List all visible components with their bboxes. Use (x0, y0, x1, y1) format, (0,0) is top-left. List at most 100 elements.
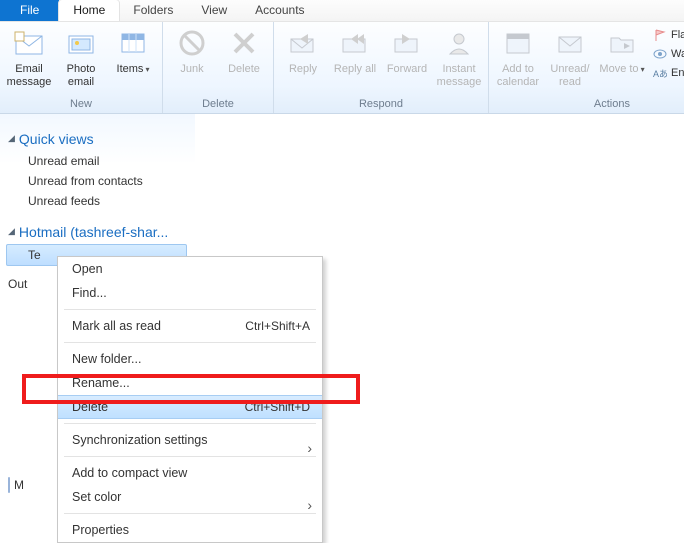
watch-label: Watch (671, 48, 684, 60)
menu-delete-shortcut: Ctrl+Shift+D (245, 400, 310, 414)
tree-item-unread-contacts[interactable]: Unread from contacts (6, 171, 189, 191)
flag-label: Flag (671, 29, 684, 41)
quick-views-title: Quick views (19, 131, 94, 147)
menu-sync-settings-label: Synchronization settings (72, 433, 310, 447)
menu-new-folder-label: New folder... (72, 352, 310, 366)
eye-icon (653, 47, 667, 61)
status-label: M (14, 478, 24, 492)
instant-message-button[interactable]: Instant message (436, 25, 482, 88)
collapse-icon: ◢ (8, 133, 15, 144)
folder-move-icon (606, 27, 638, 59)
menu-mark-all-read[interactable]: Mark all as readCtrl+Shift+A (58, 314, 322, 338)
tab-file[interactable]: File (0, 0, 59, 21)
status-bar-item[interactable]: M (8, 478, 24, 492)
actions-small-column: Flag Watch Aあ Encoding (651, 25, 684, 81)
ribbon-group-respond: Reply Reply all Forward Instant message … (274, 22, 489, 113)
menu-separator (64, 456, 316, 457)
menu-sync-settings[interactable]: Synchronization settings (58, 428, 322, 452)
junk-label: Junk (180, 63, 203, 76)
delete-label: Delete (228, 63, 260, 76)
hotmail-account-header[interactable]: ◢ Hotmail (tashreef-shar... (6, 221, 189, 244)
replyall-label: Reply all (334, 63, 376, 76)
mail-icon (13, 27, 45, 59)
tab-view[interactable]: View (187, 0, 241, 21)
forward-icon (391, 27, 423, 59)
photo-email-label: Photo email (58, 63, 104, 88)
items-label: Items (117, 63, 150, 76)
menu-new-folder[interactable]: New folder... (58, 347, 322, 371)
menu-delete-label: Delete (72, 400, 245, 414)
group-new-label: New (6, 96, 156, 113)
delete-x-icon (228, 27, 260, 59)
encoding-icon: Aあ (653, 66, 667, 80)
ribbon-group-actions: Add to calendar Unread/ read Move to Fla… (489, 22, 684, 113)
menu-separator (64, 342, 316, 343)
tab-folders[interactable]: Folders (119, 0, 187, 21)
menu-properties[interactable]: Properties (58, 518, 322, 542)
reply-icon (287, 27, 319, 59)
unread-read-button[interactable]: Unread/ read (547, 25, 593, 88)
add-to-calendar-label: Add to calendar (495, 63, 541, 88)
menu-mark-all-read-label: Mark all as read (72, 319, 245, 333)
menu-rename[interactable]: Rename... (58, 371, 322, 395)
encoding-label: Encoding (671, 67, 684, 79)
menu-delete[interactable]: DeleteCtrl+Shift+D (58, 395, 322, 419)
menu-mark-all-read-shortcut: Ctrl+Shift+A (245, 319, 310, 333)
menu-separator (64, 423, 316, 424)
forward-label: Forward (387, 63, 427, 76)
reply-button[interactable]: Reply (280, 25, 326, 76)
menu-tabstrip: File Home Folders View Accounts (0, 0, 684, 22)
instant-message-label: Instant message (436, 63, 482, 88)
group-delete-label: Delete (169, 96, 267, 113)
quick-views-header[interactable]: ◢ Quick views (6, 128, 189, 151)
flag-button[interactable]: Flag (651, 27, 684, 43)
flag-icon (653, 28, 667, 42)
tab-home[interactable]: Home (59, 0, 119, 21)
forward-button[interactable]: Forward (384, 25, 430, 76)
ribbon: Email message Photo email Items New (0, 22, 684, 114)
junk-button[interactable]: Junk (169, 25, 215, 76)
svg-text:Aあ: Aあ (653, 69, 667, 79)
menu-open[interactable]: Open (58, 257, 322, 281)
replyall-icon (339, 27, 371, 59)
photo-email-button[interactable]: Photo email (58, 25, 104, 88)
add-to-calendar-button[interactable]: Add to calendar (495, 25, 541, 88)
out-node-label: Out (8, 277, 27, 291)
menu-add-compact[interactable]: Add to compact view (58, 461, 322, 485)
unread-icon (554, 27, 586, 59)
watch-button[interactable]: Watch (651, 46, 684, 62)
new-email-button[interactable]: Email message (6, 25, 52, 88)
menu-find-label: Find... (72, 286, 310, 300)
menu-rename-label: Rename... (72, 376, 310, 390)
ribbon-group-delete: Junk Delete Delete (163, 22, 274, 113)
new-email-label: Email message (6, 63, 52, 88)
tree-item-unread-email[interactable]: Unread email (6, 151, 189, 171)
unread-read-label: Unread/ read (547, 63, 593, 88)
mail-status-icon (8, 478, 10, 492)
items-icon (117, 27, 149, 59)
group-actions-label: Actions (495, 96, 684, 113)
menu-separator (64, 513, 316, 514)
move-to-label: Move to (599, 63, 644, 76)
tree-item-unread-feeds[interactable]: Unread feeds (6, 191, 189, 211)
move-to-button[interactable]: Move to (599, 25, 645, 76)
menu-properties-label: Properties (72, 523, 310, 537)
menu-separator (64, 309, 316, 310)
replyall-button[interactable]: Reply all (332, 25, 378, 76)
items-button[interactable]: Items (110, 25, 156, 76)
delete-button[interactable]: Delete (221, 25, 267, 76)
ribbon-group-new: Email message Photo email Items New (0, 22, 163, 113)
menu-open-label: Open (72, 262, 310, 276)
hotmail-account-title: Hotmail (tashreef-shar... (19, 224, 168, 240)
menu-set-color-label: Set color (72, 490, 310, 504)
menu-set-color[interactable]: Set color (58, 485, 322, 509)
photo-mail-icon (65, 27, 97, 59)
tab-accounts[interactable]: Accounts (241, 0, 318, 21)
reply-label: Reply (289, 63, 317, 76)
encoding-button[interactable]: Aあ Encoding (651, 65, 684, 81)
junk-icon (176, 27, 208, 59)
im-icon (443, 27, 475, 59)
menu-find[interactable]: Find... (58, 281, 322, 305)
menu-add-compact-label: Add to compact view (72, 466, 310, 480)
collapse-icon: ◢ (8, 226, 15, 237)
